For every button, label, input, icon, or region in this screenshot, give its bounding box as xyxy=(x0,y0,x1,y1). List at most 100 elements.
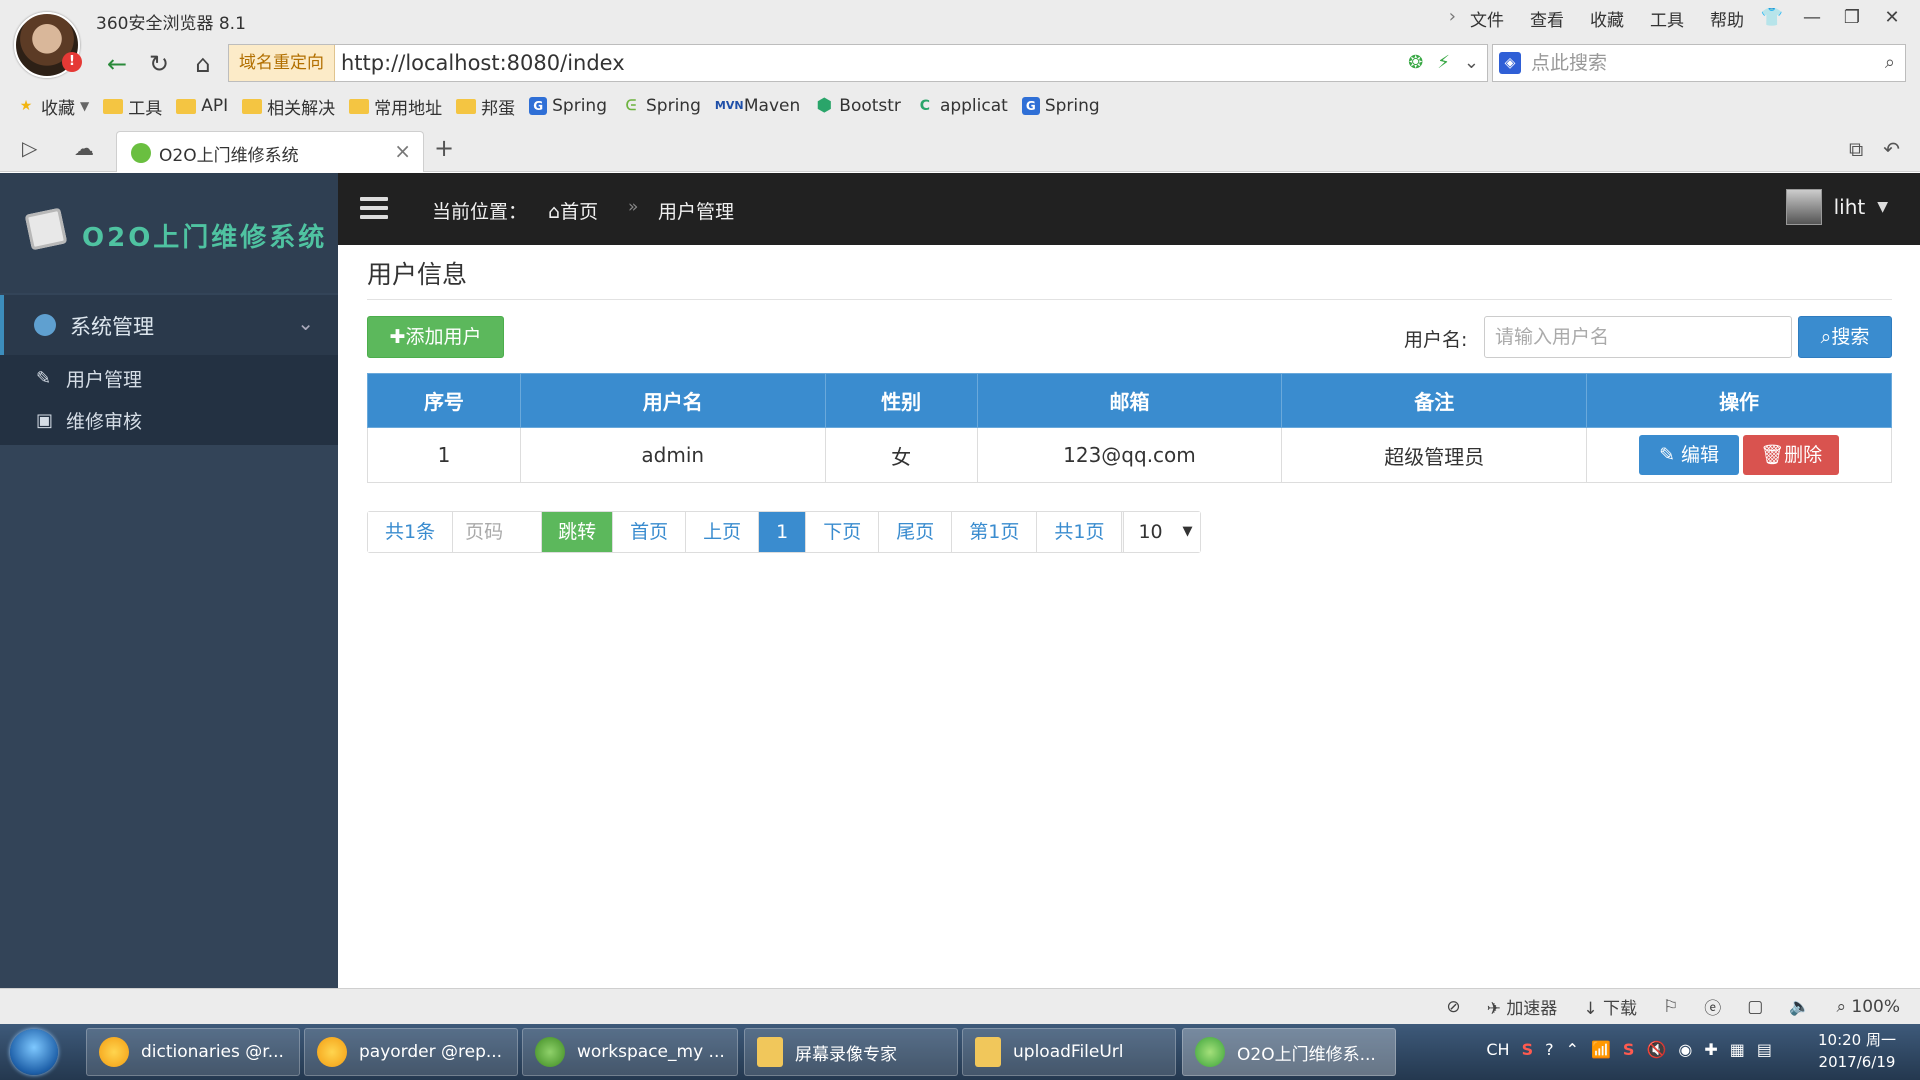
skin-icon[interactable]: 👕 xyxy=(1752,4,1792,32)
current-page-button[interactable]: 1 xyxy=(759,512,807,552)
menu-file[interactable]: 文件 xyxy=(1470,6,1504,31)
tab-list-icon[interactable]: ⧉ xyxy=(1849,137,1863,161)
globe-icon xyxy=(34,314,56,336)
menu-tools[interactable]: 工具 xyxy=(1650,6,1684,31)
restore-icon[interactable]: ❐ xyxy=(1832,4,1872,32)
breadcrumb-home[interactable]: ⌂首页 xyxy=(548,197,598,224)
tray-expand-icon[interactable]: ⌃ xyxy=(1566,1040,1579,1059)
page-size-select[interactable]: 10 ▼ xyxy=(1124,512,1201,552)
mute-icon[interactable]: 🔇 xyxy=(1646,1040,1666,1059)
last-page-button[interactable]: 尾页 xyxy=(879,512,953,552)
language-indicator[interactable]: CH xyxy=(1486,1040,1509,1059)
prev-page-button[interactable]: 上页 xyxy=(686,512,760,552)
sogou-icon[interactable]: S xyxy=(1623,1040,1635,1059)
sogou-icon[interactable]: S xyxy=(1522,1040,1534,1059)
taskbar-item-dictionaries[interactable]: dictionaries @r... xyxy=(86,1028,300,1076)
menu-favorites[interactable]: 收藏 xyxy=(1590,6,1624,31)
address-bar[interactable]: 域名重定向 http://localhost:8080/index ❂ ⚡ ⌄ xyxy=(228,44,1488,82)
wifi-icon[interactable]: 📶 xyxy=(1591,1040,1611,1059)
dropdown-icon[interactable]: ⌄ xyxy=(1464,45,1479,81)
taskbar-item-payorder[interactable]: payorder @rep... xyxy=(304,1028,518,1076)
bookmark-folder[interactable]: 邦蛋 xyxy=(456,94,515,119)
column-header-index: 序号 xyxy=(367,373,521,428)
browser-search-bar[interactable]: ◈ 点此搜索 ⌕ xyxy=(1492,44,1906,82)
bookmark-link[interactable]: Capplicat xyxy=(915,96,1008,116)
taskbar-item-upload-folder[interactable]: uploadFileUrl xyxy=(962,1028,1176,1076)
network-icon[interactable]: ▤ xyxy=(1757,1040,1772,1059)
bookmark-link[interactable]: ᕮ Spring xyxy=(621,96,701,116)
url-text[interactable]: http://localhost:8080/index xyxy=(341,45,625,81)
spring-tool-icon xyxy=(535,1037,565,1067)
caret-down-icon: ▼ xyxy=(1877,199,1888,215)
compat-mode-icon[interactable]: ❂ xyxy=(1408,45,1423,81)
next-page-button[interactable]: 下页 xyxy=(806,512,880,552)
taskbar-item-workspace[interactable]: workspace_my ... xyxy=(522,1028,738,1076)
window-icon[interactable]: ▢ xyxy=(1747,997,1763,1017)
add-user-button[interactable]: ✚添加用户 xyxy=(367,316,504,358)
windows-start-icon[interactable] xyxy=(10,1029,58,1075)
column-header-username: 用户名 xyxy=(519,373,826,428)
volume-icon[interactable]: 🔈 xyxy=(1789,997,1810,1017)
browser-user-avatar[interactable]: ! xyxy=(14,12,82,78)
taskbar-item-screen-recorder[interactable]: 屏幕录像专家 xyxy=(744,1028,958,1076)
page-number-input[interactable] xyxy=(453,512,543,552)
hamburger-menu-icon[interactable] xyxy=(360,197,388,219)
ie-mode-icon[interactable]: ⓔ xyxy=(1704,994,1721,1019)
home-icon[interactable]: ⌂ xyxy=(186,48,220,80)
bookmark-folder[interactable]: 工具 xyxy=(103,94,162,119)
delete-button[interactable]: 🗑删除 xyxy=(1743,435,1840,475)
bookmark-link[interactable]: ⬢ Bootstr xyxy=(814,96,901,116)
spring-boot-icon: ᕮ xyxy=(625,98,637,114)
search-icon[interactable]: ⌕ xyxy=(1885,45,1895,81)
bookmark-favorites[interactable]: ★ 收藏 ▼ xyxy=(16,94,90,119)
username-search-input[interactable] xyxy=(1484,316,1792,358)
security-icon[interactable]: ◉ xyxy=(1678,1040,1692,1059)
cloud-icon[interactable]: ☁ xyxy=(74,136,94,160)
device-icon[interactable]: ▦ xyxy=(1730,1040,1745,1059)
redirect-tag[interactable]: 域名重定向 xyxy=(229,45,335,81)
bookmark-folder[interactable]: 常用地址 xyxy=(349,94,442,119)
avatar xyxy=(1785,189,1822,225)
help-icon[interactable]: ? xyxy=(1545,1040,1554,1059)
bookmark-link[interactable]: G Spring xyxy=(1021,96,1100,116)
user-menu[interactable]: liht ▼ xyxy=(1785,189,1888,225)
first-page-button[interactable]: 首页 xyxy=(613,512,687,552)
clean-icon[interactable]: ⊘ xyxy=(1446,997,1460,1017)
download-button[interactable]: ↓ 下载 xyxy=(1583,994,1637,1019)
browser-tab-active[interactable]: O2O上门维修系统 × xyxy=(116,131,424,172)
sidebar-group-system[interactable]: 系统管理 ⌄ xyxy=(0,295,338,355)
back-icon[interactable]: ← xyxy=(100,48,134,80)
taskbar-item-browser[interactable]: O2O上门维修系... xyxy=(1182,1028,1396,1076)
sidebar-item-label: 维修审核 xyxy=(66,411,143,433)
minimize-icon[interactable]: — xyxy=(1792,4,1832,32)
undo-close-icon[interactable]: ↶ xyxy=(1883,137,1900,161)
jump-button[interactable]: 跳转 xyxy=(542,512,614,552)
plus-icon[interactable]: ✚ xyxy=(1704,1040,1717,1059)
sidebar-item-repair-review[interactable]: ▣ 维修审核 xyxy=(36,407,142,434)
search-engine-icon[interactable]: ◈ xyxy=(1499,52,1521,74)
home-icon: ⌂ xyxy=(548,201,561,223)
system-clock[interactable]: 10:20 周一 2017/6/19 xyxy=(1818,1029,1896,1073)
sidebar-toggle-icon[interactable]: ▷ xyxy=(22,136,37,160)
edit-button[interactable]: ✎ 编辑 xyxy=(1639,435,1740,475)
bookmark-link[interactable]: MVN Maven xyxy=(715,96,800,116)
sidebar-item-user-management[interactable]: ✎ 用户管理 xyxy=(36,365,142,392)
zoom-icon: ⌕ xyxy=(1836,996,1852,1017)
flag-icon[interactable]: ⚐ xyxy=(1663,997,1678,1017)
close-window-icon[interactable]: ✕ xyxy=(1872,4,1912,32)
menu-view[interactable]: 查看 xyxy=(1530,6,1564,31)
menu-help[interactable]: 帮助 xyxy=(1710,6,1744,31)
browser-status-bar: ⊘ ✈ 加速器 ↓ 下载 ⚐ ⓔ ▢ 🔈 ⌕ 100% xyxy=(0,988,1920,1024)
accelerator-button[interactable]: ✈ 加速器 xyxy=(1487,994,1558,1019)
close-tab-icon[interactable]: × xyxy=(394,139,411,163)
new-tab-icon[interactable]: + xyxy=(434,134,454,162)
bookmark-folder[interactable]: 相关解决 xyxy=(242,94,335,119)
bookmark-folder[interactable]: API xyxy=(176,96,228,116)
speed-mode-icon[interactable]: ⚡ xyxy=(1437,45,1450,81)
column-header-gender: 性别 xyxy=(824,373,978,428)
search-button[interactable]: ⌕搜索 xyxy=(1798,316,1892,358)
refresh-icon[interactable]: ↻ xyxy=(142,48,176,80)
bookmark-link[interactable]: G Spring xyxy=(529,96,607,116)
chevron-right-icon[interactable]: › xyxy=(1449,6,1456,27)
zoom-control[interactable]: ⌕ 100% xyxy=(1836,997,1900,1017)
